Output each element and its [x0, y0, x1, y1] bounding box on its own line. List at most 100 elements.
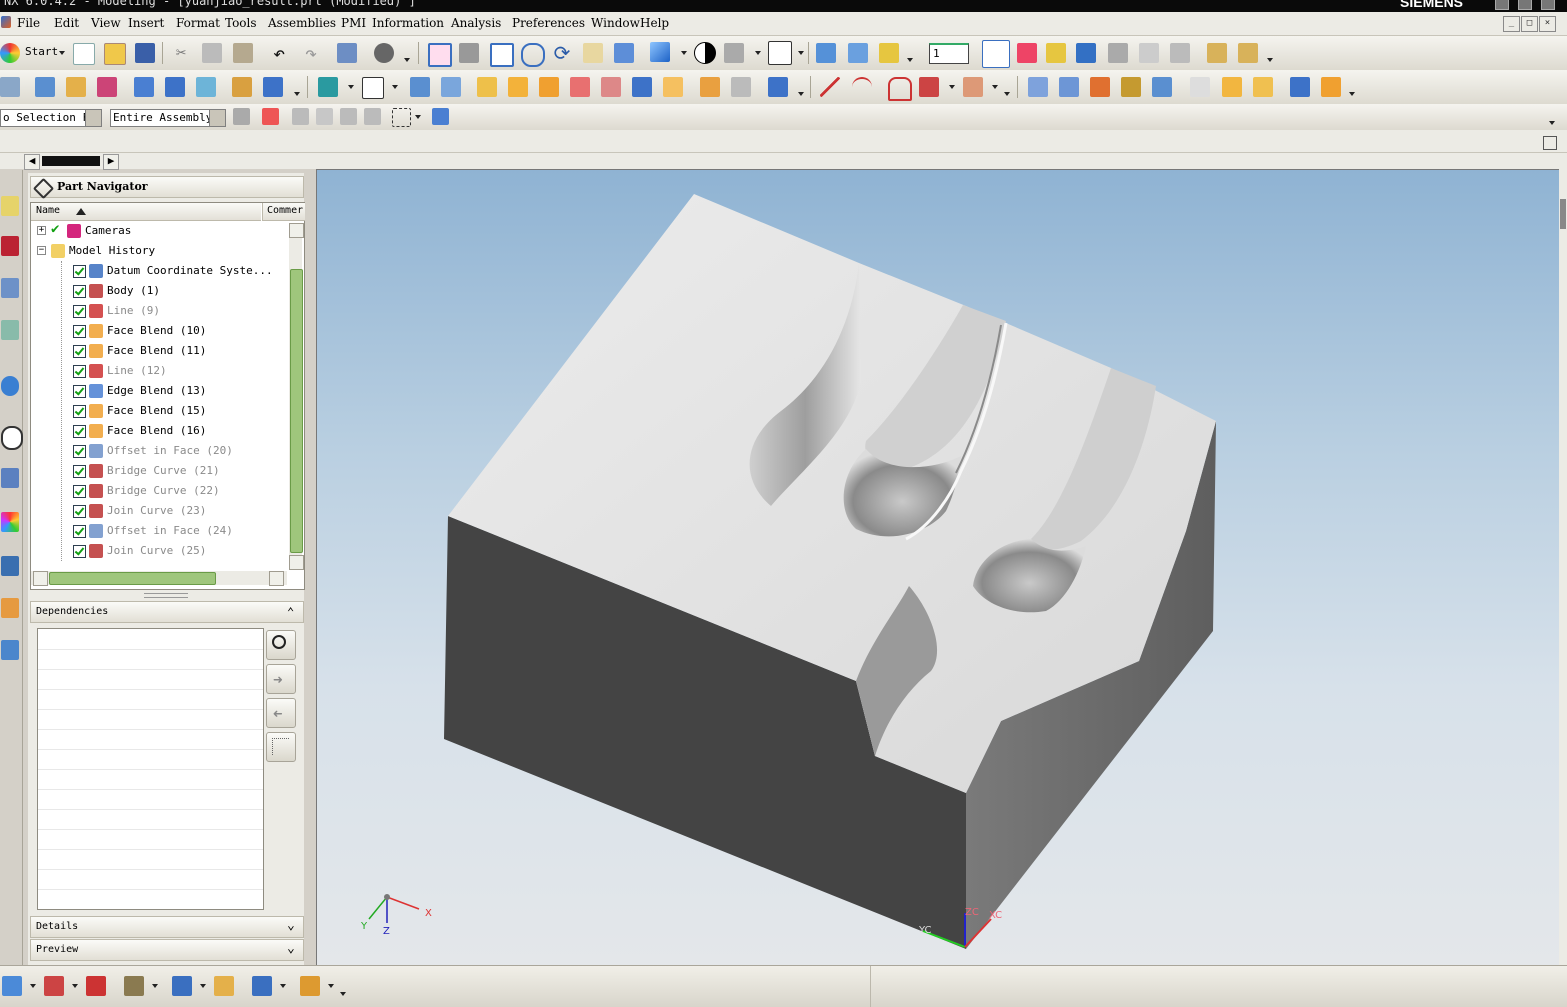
- feature-checkbox[interactable]: [73, 465, 86, 478]
- tree-node-model-history[interactable]: − Model History: [31, 241, 287, 261]
- select-face-icon[interactable]: [1076, 43, 1096, 63]
- tree-feature-row[interactable]: Join Curve (23): [31, 501, 287, 521]
- scope-select[interactable]: Entire Assembly: [110, 109, 226, 127]
- scroll-right-icon[interactable]: [269, 571, 284, 586]
- web-browser-icon[interactable]: [1, 376, 19, 396]
- quick-pick-icon[interactable]: [1046, 43, 1066, 63]
- menu-view[interactable]: View: [91, 16, 121, 30]
- palette-icon[interactable]: [1, 512, 19, 532]
- resource-tab-scroll-thumb[interactable]: [42, 156, 100, 166]
- scroll-thumb[interactable]: [290, 269, 303, 553]
- assembly-navigator-icon[interactable]: [1, 196, 19, 216]
- through-curves-icon[interactable]: [1028, 77, 1048, 97]
- collapse-icon[interactable]: −: [37, 246, 46, 255]
- tree-feature-row[interactable]: Join Curve (25): [31, 541, 287, 561]
- face-blend-icon[interactable]: [508, 77, 528, 97]
- part-navigator-icon[interactable]: [1, 278, 19, 298]
- layer-select[interactable]: 1: [929, 43, 969, 64]
- color-swatch-icon[interactable]: [768, 41, 792, 65]
- dependency-search-button[interactable]: [266, 630, 296, 660]
- sweep-icon[interactable]: [97, 77, 117, 97]
- filter-icon[interactable]: [1108, 43, 1128, 63]
- chevron-down-icon[interactable]: [209, 110, 225, 126]
- revolve-icon[interactable]: [66, 77, 86, 97]
- datum-plane-icon[interactable]: [362, 77, 384, 99]
- copy-icon[interactable]: [202, 43, 222, 63]
- feature-checkbox[interactable]: [73, 385, 86, 398]
- mesh-surface-icon[interactable]: [1059, 77, 1079, 97]
- pan-icon[interactable]: [583, 43, 603, 63]
- menu-format[interactable]: Format: [176, 16, 220, 30]
- render-style-icon[interactable]: [724, 43, 744, 63]
- trim-curve-icon[interactable]: [919, 77, 939, 97]
- type-filter-select[interactable]: o Selection Fi: [0, 109, 102, 127]
- cylinder-icon[interactable]: [165, 77, 185, 97]
- menu-file[interactable]: File: [17, 16, 40, 30]
- tree-feature-row[interactable]: Face Blend (10): [31, 321, 287, 341]
- selection-icon[interactable]: [982, 40, 1010, 68]
- section-icon[interactable]: [1253, 77, 1273, 97]
- feature-checkbox[interactable]: [73, 305, 86, 318]
- feature-checkbox[interactable]: [73, 445, 86, 458]
- scroll-thumb-horizontal[interactable]: [49, 572, 216, 585]
- column-header-name[interactable]: Name: [31, 203, 261, 221]
- rectangle-select-icon[interactable]: [392, 108, 411, 127]
- preview-header[interactable]: Preview ⌄: [30, 939, 304, 961]
- draft-icon[interactable]: [601, 77, 621, 97]
- swept-surface-icon[interactable]: [1090, 77, 1110, 97]
- tree-feature-row[interactable]: Datum Coordinate Syste...: [31, 261, 287, 281]
- start-icon[interactable]: [0, 43, 20, 63]
- feature-checkbox[interactable]: [73, 365, 86, 378]
- select-solid-icon[interactable]: [432, 108, 449, 125]
- resource-bar-toggle-icon[interactable]: [1543, 136, 1557, 150]
- chevron-right-icon[interactable]: ▶: [103, 154, 119, 170]
- shell-icon[interactable]: [570, 77, 590, 97]
- menu-window[interactable]: Window: [591, 16, 640, 30]
- minimize-window-button[interactable]: [1495, 0, 1509, 10]
- gdt-icon[interactable]: [300, 976, 320, 996]
- dependencies-header[interactable]: Dependencies ⌃: [30, 601, 304, 623]
- menu-edit[interactable]: Edit: [54, 16, 79, 30]
- feature-checkbox[interactable]: [73, 265, 86, 278]
- perspective-icon[interactable]: [614, 43, 634, 63]
- tree-feature-row[interactable]: Bridge Curve (22): [31, 481, 287, 501]
- point-icon[interactable]: [318, 77, 338, 97]
- tree-feature-row[interactable]: Face Blend (15): [31, 401, 287, 421]
- snap-point-icon[interactable]: [1017, 43, 1037, 63]
- command-finder-icon[interactable]: [337, 43, 357, 63]
- arc-icon[interactable]: [852, 77, 872, 99]
- trim-body-icon[interactable]: [663, 77, 683, 97]
- dependency-previous-button[interactable]: ➜: [266, 698, 296, 728]
- rotate-icon[interactable]: ⟳: [552, 43, 572, 63]
- background-icon[interactable]: [694, 42, 716, 64]
- mirror-icon[interactable]: [731, 77, 751, 97]
- menu-insert[interactable]: Insert: [128, 16, 164, 30]
- cone-icon[interactable]: [196, 77, 216, 97]
- annotation-icon[interactable]: [124, 976, 144, 996]
- tree-feature-row[interactable]: Face Blend (16): [31, 421, 287, 441]
- paste-icon[interactable]: [233, 43, 253, 63]
- body-filter-icon[interactable]: [316, 108, 333, 125]
- analysis-toolbar-icon[interactable]: [2, 976, 22, 996]
- visible-check-icon[interactable]: ✔: [51, 222, 63, 236]
- zoom-icon[interactable]: [521, 43, 545, 67]
- analysis-icon[interactable]: [1190, 77, 1210, 97]
- block-icon[interactable]: [134, 77, 154, 97]
- line-icon[interactable]: [820, 77, 840, 97]
- chamfer-icon[interactable]: [539, 77, 559, 97]
- fillet-curve-icon[interactable]: [888, 77, 912, 101]
- splitter-handle[interactable]: [144, 593, 188, 598]
- point-set-icon[interactable]: [86, 976, 106, 996]
- dimension-icon[interactable]: [172, 976, 192, 996]
- feature-checkbox[interactable]: [73, 525, 86, 538]
- system-scenes-icon[interactable]: [1, 640, 19, 660]
- measure-angle-icon[interactable]: [1238, 43, 1258, 63]
- tree-feature-row[interactable]: Bridge Curve (21): [31, 461, 287, 481]
- new-file-icon[interactable]: [73, 43, 95, 65]
- subtract-icon[interactable]: [441, 77, 461, 97]
- sketch-icon[interactable]: [0, 77, 20, 97]
- open-folder-icon[interactable]: [104, 43, 126, 65]
- constraint-navigator-icon[interactable]: [1, 236, 19, 256]
- sew-icon[interactable]: [768, 77, 788, 97]
- offset-face-icon[interactable]: [632, 77, 652, 97]
